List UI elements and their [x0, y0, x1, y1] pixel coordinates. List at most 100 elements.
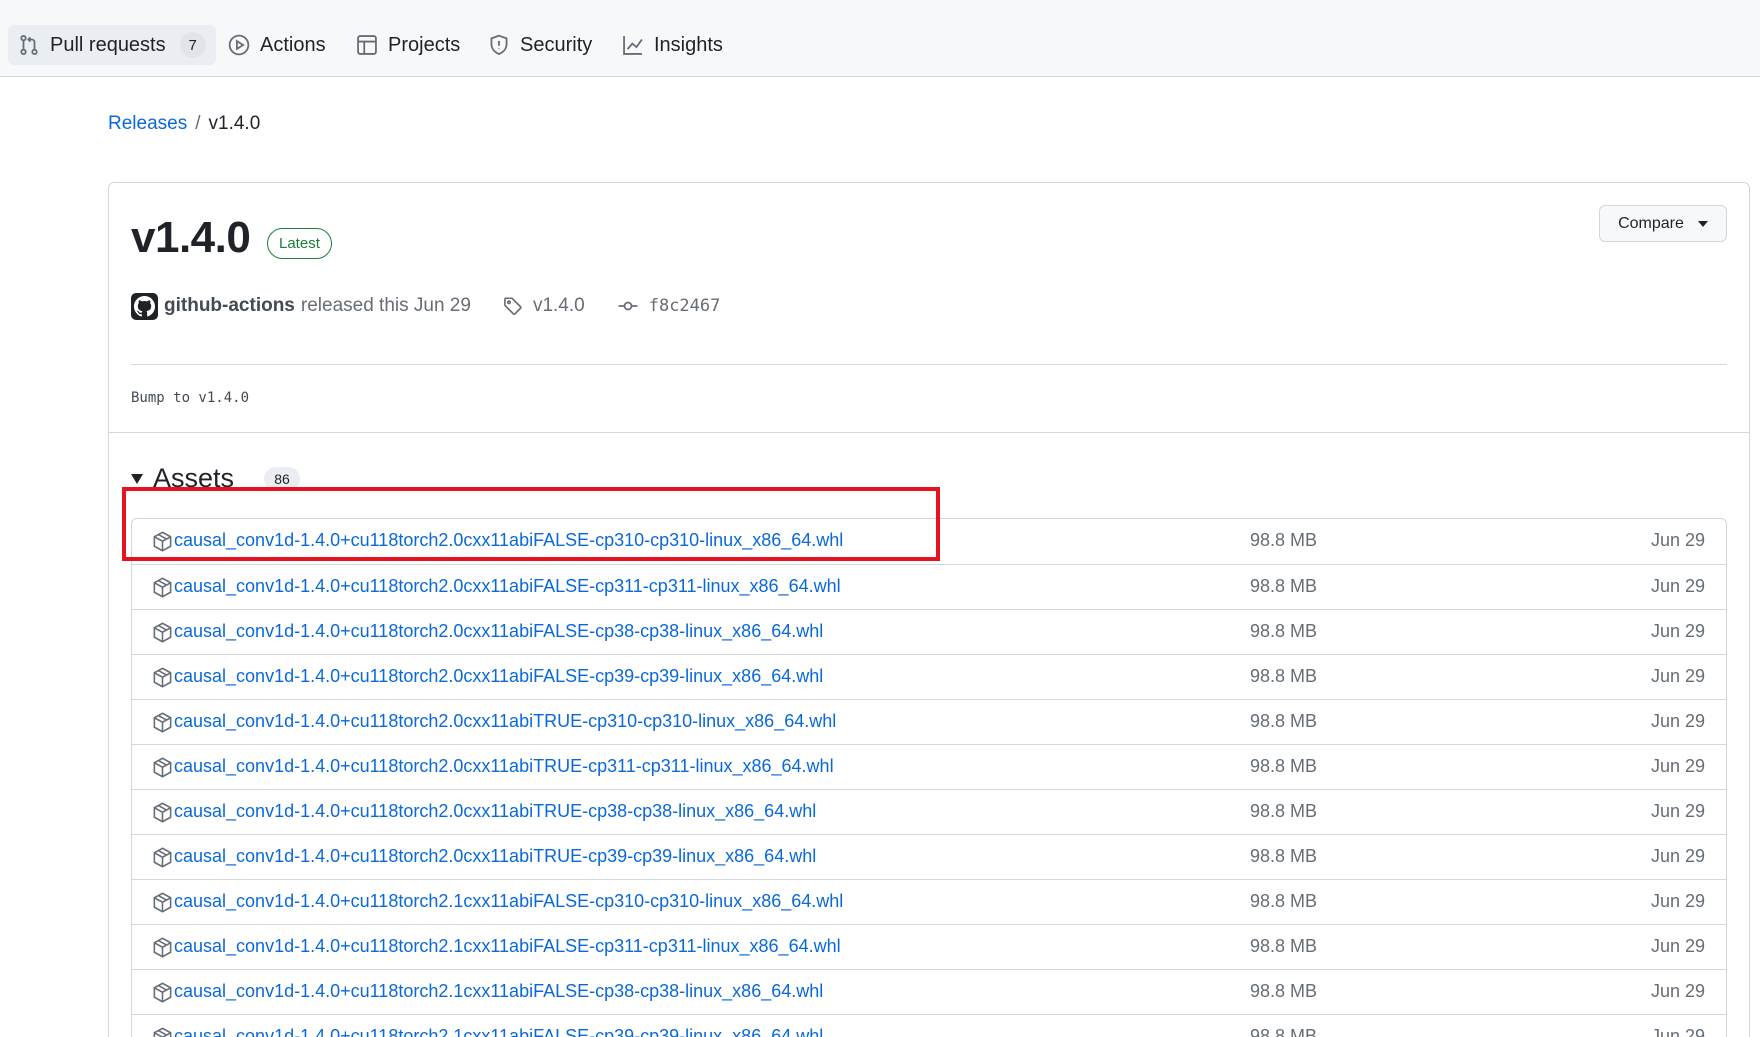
package-icon: [153, 531, 172, 552]
release-commit-link[interactable]: f8c2467: [617, 296, 721, 316]
package-icon: [153, 577, 172, 598]
asset-size: 98.8 MB: [1250, 621, 1318, 641]
asset-size: 98.8 MB: [1250, 1026, 1318, 1037]
git-commit-icon: [618, 301, 638, 311]
assets-heading: Assets: [153, 463, 235, 493]
play-icon: [228, 34, 250, 56]
package-icon: [153, 937, 172, 958]
asset-row: causal_conv1d-1.4.0+cu118torch2.0cxx11ab…: [132, 744, 1726, 789]
asset-date: Jun 29: [1650, 576, 1705, 596]
asset-download-link[interactable]: causal_conv1d-1.4.0+cu118torch2.0cxx11ab…: [174, 801, 816, 822]
asset-size: 98.8 MB: [1250, 576, 1318, 596]
package-icon: [153, 892, 172, 913]
asset-date: Jun 29: [1650, 891, 1705, 911]
breadcrumb-releases-link[interactable]: Releases: [108, 113, 187, 135]
graph-icon: [623, 36, 643, 55]
asset-row: causal_conv1d-1.4.0+cu118torch2.0cxx11ab…: [132, 834, 1726, 879]
asset-download-link[interactable]: causal_conv1d-1.4.0+cu118torch2.1cxx11ab…: [174, 891, 843, 912]
asset-date: Jun 29: [1650, 981, 1705, 1001]
package-icon: [153, 757, 172, 778]
tab-label: Projects: [388, 33, 461, 56]
tab-pull-requests[interactable]: Pull requests 7: [8, 25, 216, 65]
compare-button[interactable]: Compare: [1599, 205, 1727, 242]
asset-row: causal_conv1d-1.4.0+cu118torch2.1cxx11ab…: [132, 969, 1726, 1014]
package-icon: [153, 667, 172, 688]
asset-size: 98.8 MB: [1250, 711, 1318, 731]
asset-download-link[interactable]: causal_conv1d-1.4.0+cu118torch2.0cxx11ab…: [174, 621, 823, 642]
github-mark-icon: [134, 295, 155, 317]
asset-download-link[interactable]: causal_conv1d-1.4.0+cu118torch2.0cxx11ab…: [174, 756, 834, 777]
asset-download-link[interactable]: causal_conv1d-1.4.0+cu118torch2.1cxx11ab…: [174, 981, 823, 1002]
assets-list: causal_conv1d-1.4.0+cu118torch2.0cxx11ab…: [131, 518, 1727, 1037]
asset-download-link[interactable]: causal_conv1d-1.4.0+cu118torch2.0cxx11ab…: [174, 846, 816, 867]
package-icon: [153, 982, 172, 1003]
asset-date: Jun 29: [1650, 756, 1705, 776]
asset-size: 98.8 MB: [1250, 801, 1318, 821]
tab-actions[interactable]: Actions: [228, 27, 326, 63]
asset-date: Jun 29: [1650, 666, 1705, 686]
release-title[interactable]: v1.4.0: [131, 213, 251, 263]
git-pull-request-icon: [20, 35, 38, 55]
asset-date: Jun 29: [1650, 846, 1705, 866]
caret-down-icon: [1697, 220, 1708, 227]
asset-date: Jun 29: [1650, 530, 1705, 550]
asset-row: causal_conv1d-1.4.0+cu118torch2.0cxx11ab…: [132, 699, 1726, 744]
assets-toggle[interactable]: Assets 86: [131, 463, 301, 494]
breadcrumb-current: v1.4.0: [208, 113, 261, 134]
divider: [109, 432, 1749, 433]
latest-badge: Latest: [267, 228, 332, 259]
asset-download-link[interactable]: causal_conv1d-1.4.0+cu118torch2.1cxx11ab…: [174, 1026, 823, 1037]
triangle-down-icon: [131, 473, 143, 484]
breadcrumb: Releases / v1.4.0: [108, 113, 260, 135]
asset-date: Jun 29: [1650, 801, 1705, 821]
asset-download-link[interactable]: causal_conv1d-1.4.0+cu118torch2.0cxx11ab…: [174, 666, 823, 687]
table-icon: [357, 35, 377, 55]
asset-row: causal_conv1d-1.4.0+cu118torch2.1cxx11ab…: [132, 879, 1726, 924]
release-card: v1.4.0 Latest Compare github-actions rel…: [108, 182, 1750, 1037]
asset-size: 98.8 MB: [1250, 846, 1318, 866]
tab-projects[interactable]: Projects: [356, 27, 460, 63]
asset-row: causal_conv1d-1.4.0+cu118torch2.0cxx11ab…: [132, 789, 1726, 834]
tab-label: Actions: [260, 33, 326, 56]
package-icon: [153, 622, 172, 643]
compare-label: Compare: [1618, 214, 1684, 232]
release-author-link[interactable]: github-actions: [164, 295, 295, 317]
asset-download-link[interactable]: causal_conv1d-1.4.0+cu118torch2.1cxx11ab…: [174, 936, 841, 957]
asset-row: causal_conv1d-1.4.0+cu118torch2.0cxx11ab…: [132, 609, 1726, 654]
asset-download-link[interactable]: causal_conv1d-1.4.0+cu118torch2.0cxx11ab…: [174, 711, 836, 732]
asset-row: causal_conv1d-1.4.0+cu118torch2.0cxx11ab…: [132, 564, 1726, 609]
tab-insights[interactable]: Insights: [622, 27, 723, 63]
asset-row: causal_conv1d-1.4.0+cu118torch2.1cxx11ab…: [132, 1014, 1726, 1037]
assets-count-badge: 86: [264, 466, 301, 491]
asset-row: causal_conv1d-1.4.0+cu118torch2.0cxx11ab…: [132, 519, 1726, 564]
repo-nav: Pull requests 7 Actions Projects Securit…: [0, 0, 1760, 77]
asset-size: 98.8 MB: [1250, 891, 1318, 911]
package-icon: [153, 712, 172, 733]
tag-icon: [504, 297, 522, 315]
tab-label: Pull requests: [50, 33, 166, 56]
pr-count-badge: 7: [179, 32, 206, 58]
asset-size: 98.8 MB: [1250, 756, 1318, 776]
tab-label: Insights: [654, 33, 723, 56]
asset-date: Jun 29: [1650, 711, 1705, 731]
asset-size: 98.8 MB: [1250, 666, 1318, 686]
breadcrumb-separator: /: [195, 113, 201, 134]
release-tag-link[interactable]: v1.4.0: [503, 295, 585, 317]
asset-download-link[interactable]: causal_conv1d-1.4.0+cu118torch2.0cxx11ab…: [174, 530, 843, 551]
asset-date: Jun 29: [1650, 621, 1705, 641]
commit-sha: f8c2467: [648, 296, 721, 316]
shield-icon: [490, 34, 508, 56]
asset-size: 98.8 MB: [1250, 530, 1318, 550]
tag-label: v1.4.0: [532, 295, 585, 316]
release-notes: Bump to v1.4.0: [131, 390, 250, 406]
avatar[interactable]: [131, 292, 158, 320]
asset-download-link[interactable]: causal_conv1d-1.4.0+cu118torch2.0cxx11ab…: [174, 576, 841, 597]
asset-row: causal_conv1d-1.4.0+cu118torch2.1cxx11ab…: [132, 924, 1726, 969]
package-icon: [153, 1027, 172, 1037]
release-meta: github-actions released this Jun 29 v1.4…: [131, 291, 720, 321]
asset-date: Jun 29: [1650, 1026, 1705, 1037]
asset-size: 98.8 MB: [1250, 936, 1318, 956]
package-icon: [153, 847, 172, 868]
tab-security[interactable]: Security: [488, 27, 592, 63]
tab-label: Security: [520, 33, 593, 56]
